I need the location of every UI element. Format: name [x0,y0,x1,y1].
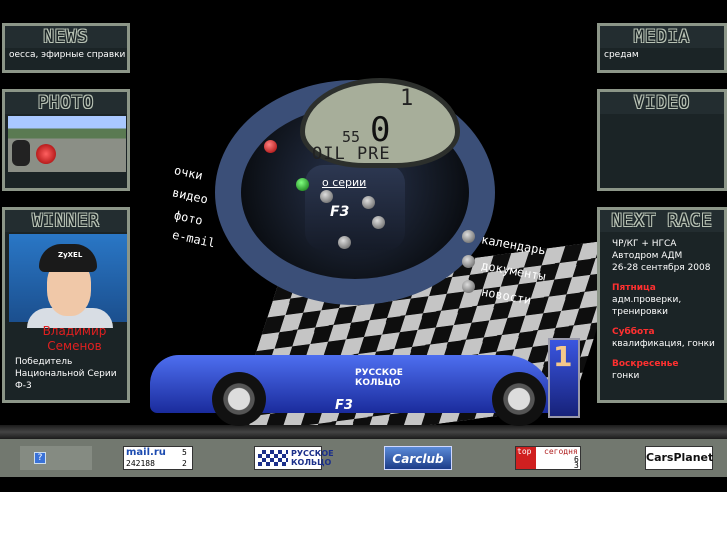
knob-icon [338,236,351,249]
top-today: сегодня [544,447,578,456]
dashboard-gear: 1 [400,86,414,111]
winner-desc-line: Ф-3 [15,381,32,391]
cap-logo: ZyXEL [58,251,83,259]
light-housing [12,140,30,166]
winner-title: WINNER [5,210,127,232]
hub-logo: F3 [330,204,350,220]
video-title: VIDEO [600,92,724,114]
winner-description: Победитель Национальной Серии Ф-3 [15,356,117,392]
race-dates: 26-28 сентября 2008 [612,263,711,273]
race-day-saturday: Суббота [612,327,655,337]
knob-icon [320,190,333,203]
banner-bar [0,439,727,477]
knob-icon [372,216,385,229]
knob-icon [462,230,475,243]
next-race-title: NEXT RACE [600,210,724,232]
menu-item-photo[interactable]: фото [173,208,204,228]
video-panel[interactable]: VIDEO [597,89,727,191]
track-strip [0,425,727,439]
knob-icon [362,196,375,209]
next-race-panel[interactable]: NEXT RACE ЧР/КГ + НГСА Автодром АДМ 26-2… [597,207,727,403]
russian-ring-banner[interactable]: РУССКОЕ КОЛЬЦО [254,446,334,470]
start-light-icon [36,144,56,164]
news-panel[interactable]: NEWS оесса, эфирные справки т [2,23,130,73]
media-ticker[interactable]: средам [600,48,724,62]
knob-icon [462,255,475,268]
race-day-detail: гонки [612,371,640,381]
race-day-friday: Пятница [612,283,656,293]
checker-logo-icon [258,450,288,466]
media-title: MEDIA [600,26,724,48]
dashboard-oil-label: OIL PRE [312,144,391,164]
mailru-logo: mail.ru [126,447,166,458]
mailru-num1: 5 [182,448,187,457]
mailru-count: 242188 [126,459,155,468]
photo-panel[interactable]: PHOTO [2,89,130,191]
help-icon[interactable]: ? [34,452,46,464]
race-day-detail: тренировки [612,307,669,317]
winner-desc-line: Национальной Серии [15,369,117,379]
mailru-counter-banner[interactable]: mail.ru 5 242188 2 [123,446,193,470]
race-day-detail: квалификация, гонки [612,339,715,349]
news-ticker[interactable]: оесса, эфирные справки т [5,48,127,62]
car-sponsor-line2: КОЛЬЦО [355,378,401,388]
photo-thumbnail[interactable] [8,116,126,172]
winner-panel[interactable]: WINNER ZyXEL Владимир Семенов Победитель… [2,207,130,403]
help-area [20,446,92,470]
ring-line1: РУССКОЕ [291,449,334,458]
carsplanet-banner[interactable]: CarsPlanet [645,446,713,470]
knob-icon [462,280,475,293]
top-num2: 3 [574,461,579,470]
car-wheel [492,372,546,426]
race-series: ЧР/КГ + НГСА [612,239,677,249]
photo-title: PHOTO [5,92,127,114]
race-day-detail: адм.проверки, [612,295,682,305]
car-sponsor-text: РУССКОЕ КОЛЬЦО [355,368,403,388]
media-panel[interactable]: MEDIA средам [597,23,727,73]
car-number: 1 [553,340,573,373]
car-wheel [212,372,266,426]
site-stage: 1 55 0 OIL PRE F3 о серии 1 РУССКОЕ КОЛЬ… [0,0,727,492]
carclub-banner[interactable]: Carclub [384,446,452,470]
red-button-icon [264,140,277,153]
car-sponsor-line1: РУССКОЕ [355,368,403,378]
menu-item-video[interactable]: видео [171,185,209,206]
top-counter-banner[interactable]: top сегодня 6 3 [515,446,581,470]
news-title: NEWS [5,26,127,48]
race-venue: Автодром АДМ [612,251,683,261]
winner-desc-line: Победитель [15,357,73,367]
menu-item-email[interactable]: e-mail [171,228,216,251]
winner-first-name: Владимир [42,324,107,338]
race-day-sunday: Воскресенье [612,359,679,369]
about-series-link[interactable]: о серии [322,176,366,189]
menu-item-points[interactable]: очки [173,163,204,183]
car-logo: F3 [335,398,353,413]
next-race-info: ЧР/КГ + НГСА Автодром АДМ 26-28 сентября… [612,238,715,382]
mailru-num2: 2 [182,459,187,468]
winner-name[interactable]: Владимир Семенов [17,324,127,354]
top-label: top [517,447,532,456]
winner-last-name: Семенов [47,339,102,353]
ring-line2: КОЛЬЦО [291,458,332,467]
winner-photo[interactable]: ZyXEL [9,234,127,328]
green-button-icon [296,178,309,191]
